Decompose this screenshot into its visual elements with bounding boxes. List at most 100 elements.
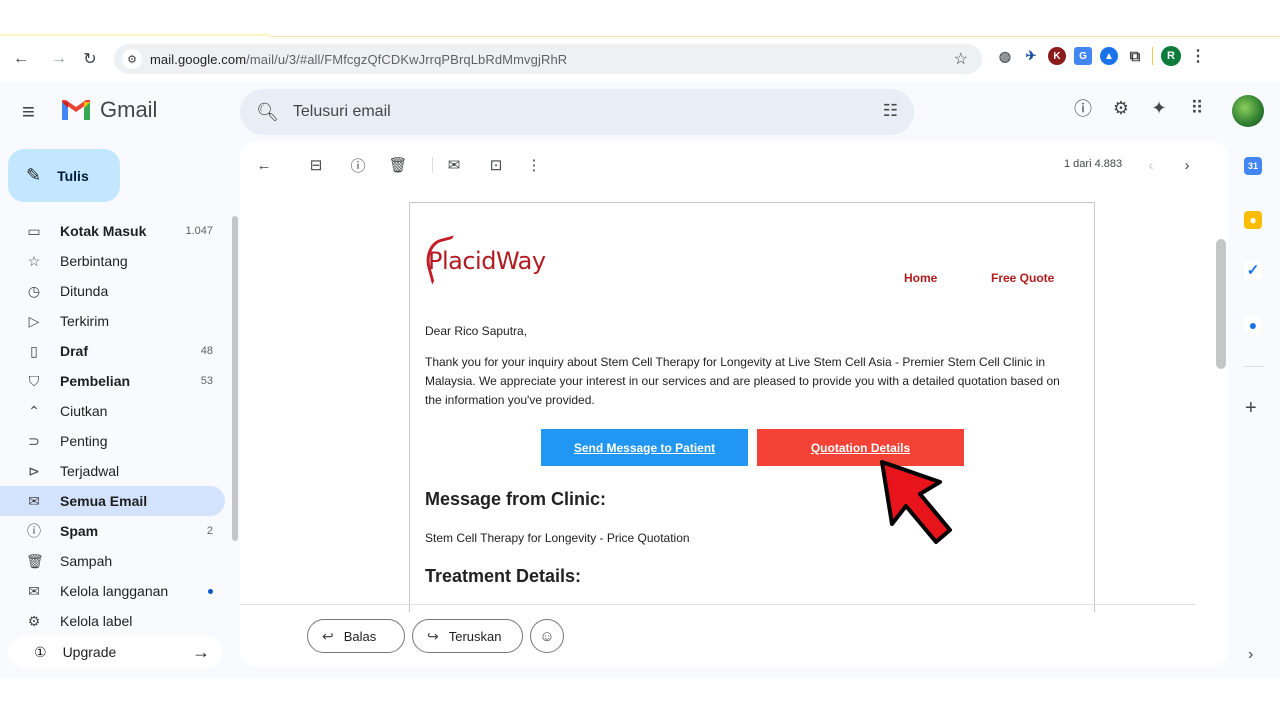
- forward-arrow-icon[interactable]: →: [44, 44, 74, 74]
- reply-bar: ↩ Balas ↪ Teruskan ☺: [240, 619, 1228, 659]
- k-extension-icon[interactable]: K: [1048, 47, 1066, 65]
- delete-icon[interactable]: 🗑︎: [388, 155, 408, 175]
- browser-menu-icon[interactable]: ⋮: [1189, 47, 1207, 65]
- reload-icon[interactable]: ↻: [75, 44, 105, 74]
- quotation-subject: Stem Cell Therapy for Longevity - Price …: [425, 531, 690, 545]
- sidebar-item-important[interactable]: ⊃ Penting: [0, 426, 225, 456]
- keep-icon[interactable]: ●: [1244, 211, 1262, 229]
- reply-arrow-icon: ↩: [322, 627, 334, 644]
- add-addon-icon[interactable]: +: [1245, 397, 1257, 420]
- sidebar-item-manage-subscriptions[interactable]: ✉ Kelola langganan: [0, 576, 225, 606]
- vpn-extension-icon[interactable]: ▲: [1100, 47, 1118, 65]
- chevron-up-icon: ⌃: [28, 402, 40, 419]
- sidebar-scrollbar[interactable]: [232, 216, 238, 541]
- sidebar-item-sent[interactable]: ▷ Terkirim: [0, 306, 225, 336]
- spam-count: 2: [206, 525, 213, 537]
- arrow-right-icon: →: [192, 641, 210, 662]
- sidebar-item-snoozed[interactable]: ◷ Ditunda: [0, 276, 225, 306]
- emoji-reaction-icon[interactable]: ☺: [530, 619, 564, 653]
- placidway-logo[interactable]: PlacidWay: [421, 235, 546, 285]
- treatment-details-heading: Treatment Details:: [425, 566, 582, 586]
- contacts-icon[interactable]: ●: [1244, 316, 1262, 334]
- sidebar-item-label: Ditunda: [60, 283, 109, 299]
- search-icon[interactable]: 🔍︎: [256, 102, 279, 123]
- plane-extension-icon[interactable]: ✈: [1022, 47, 1040, 65]
- more-options-icon[interactable]: ⋮: [524, 155, 544, 175]
- draft-icon: ▯: [30, 342, 38, 359]
- upgrade-icon: ①: [34, 643, 47, 660]
- compose-button[interactable]: ✎ Tulis: [8, 149, 120, 202]
- home-link[interactable]: Home: [904, 271, 937, 285]
- profile-initial: R: [1167, 50, 1175, 62]
- reply-button[interactable]: ↩ Balas: [307, 619, 405, 653]
- profile-avatar[interactable]: R: [1161, 46, 1181, 66]
- tab-strip: [0, 0, 1280, 37]
- extensions-puzzle-icon[interactable]: ⧉: [1126, 47, 1144, 65]
- sidebar-item-starred[interactable]: ☆ Berbintang: [0, 246, 225, 276]
- calendar-icon[interactable]: 31: [1244, 157, 1262, 175]
- account-avatar[interactable]: [1232, 95, 1264, 127]
- search-options-icon[interactable]: ☷: [883, 101, 898, 121]
- bookmark-star-icon[interactable]: ☆: [954, 49, 968, 69]
- sidebar-item-purchases[interactable]: ⛉ Pembelian 53: [0, 366, 225, 396]
- site-info-icon[interactable]: ⚙: [122, 49, 142, 69]
- gmail-logo[interactable]: Gmail: [60, 97, 157, 123]
- mark-unread-icon[interactable]: ✉: [444, 155, 464, 175]
- help-icon[interactable]: ⓘ: [1072, 97, 1094, 119]
- sidebar-item-all-mail[interactable]: ✉ Semua Email: [0, 486, 225, 516]
- report-spam-icon[interactable]: ⓘ: [348, 155, 368, 175]
- message-scrollbar[interactable]: [1216, 239, 1226, 369]
- url-domain: mail.google.com: [150, 51, 247, 67]
- sidebar-item-drafts[interactable]: ▯ Draf 48: [0, 336, 225, 366]
- gemini-sparkle-icon[interactable]: ✦: [1148, 97, 1170, 119]
- message-counter: 1 dari 4.883: [1064, 158, 1123, 170]
- sidebar-item-trash[interactable]: 🗑︎ Sampah: [0, 546, 225, 576]
- sidebar-item-collapse[interactable]: ⌃ Ciutkan: [0, 396, 225, 426]
- main-menu-icon[interactable]: ≡: [22, 99, 35, 125]
- sidebar-item-scheduled[interactable]: ⊳ Terjadwal: [0, 456, 225, 486]
- upgrade-label: Upgrade: [62, 644, 117, 660]
- older-chevron-right-icon[interactable]: ›: [1177, 155, 1197, 175]
- expand-chevron-icon[interactable]: ›: [1248, 646, 1253, 664]
- globe-icon[interactable]: ◍: [996, 47, 1014, 65]
- sidebar-item-inbox[interactable]: ▭ Kotak Masuk 1.047: [0, 216, 225, 246]
- side-panel: 31 ● ✓ ● + ›: [1236, 141, 1280, 678]
- header-icons: ⓘ ⚙ ✦ ⠿: [1072, 97, 1208, 120]
- unread-count: 1.047: [185, 225, 213, 237]
- move-to-icon[interactable]: ⊡: [486, 155, 506, 175]
- url-path: /mail/u/3/#all/FMfcgzQfCDKwJrrqPBrqLbRdM…: [246, 51, 568, 67]
- newer-chevron-left-icon[interactable]: ‹: [1141, 155, 1161, 175]
- sidebar-item-manage-labels[interactable]: ⚙ Kelola label: [0, 606, 225, 636]
- star-icon: ☆: [27, 252, 41, 269]
- side-panel-divider: [1244, 366, 1264, 367]
- clock-icon: ◷: [27, 282, 41, 299]
- gmail-app: ≡ Gmail 🔍︎ Telusuri email ☷ ⓘ ⚙ ✦ ⠿ ✎ Tu…: [0, 81, 1280, 678]
- tasks-icon[interactable]: ✓: [1244, 261, 1262, 279]
- sidebar-item-label: Pembelian: [60, 373, 131, 389]
- free-quote-link[interactable]: Free Quote: [991, 271, 1054, 285]
- email-greeting: Dear Rico Saputra,: [425, 324, 528, 338]
- apps-grid-icon[interactable]: ⠿: [1186, 97, 1208, 119]
- forward-button[interactable]: ↪ Teruskan: [412, 619, 523, 653]
- trash-icon: 🗑︎: [26, 552, 44, 569]
- search-bar[interactable]: 🔍︎ Telusuri email ☷: [240, 89, 914, 135]
- settings-gear-icon[interactable]: ⚙: [1110, 97, 1132, 119]
- sidebar-item-label: Spam: [60, 523, 99, 539]
- back-icon[interactable]: ←: [254, 155, 274, 175]
- sidebar-nav: ▭ Kotak Masuk 1.047 ☆ Berbintang ◷ Ditun…: [0, 216, 232, 636]
- sidebar-item-label: Draf: [60, 343, 89, 359]
- scheduled-icon: ⊳: [28, 462, 40, 479]
- send-message-button[interactable]: Send Message to Patient: [541, 429, 748, 466]
- sidebar-item-spam[interactable]: ⓘ Spam 2: [0, 516, 225, 546]
- draft-count: 48: [200, 345, 213, 357]
- translate-icon[interactable]: G: [1074, 47, 1092, 65]
- important-icon: ⊃: [28, 432, 40, 449]
- spam-icon: ⓘ: [27, 523, 41, 539]
- back-arrow-icon[interactable]: ←: [6, 44, 36, 74]
- clinic-message-heading: Message from Clinic:: [425, 489, 607, 509]
- upgrade-button[interactable]: ① Upgrade →: [8, 636, 222, 668]
- sidebar-item-label: Ciutkan: [60, 403, 108, 419]
- address-bar[interactable]: ⚙ mail.google.com/mail/u/3/#all/FMfcgzQf…: [114, 44, 982, 74]
- archive-icon[interactable]: ⊟: [306, 155, 326, 175]
- search-input[interactable]: Telusuri email: [293, 103, 391, 121]
